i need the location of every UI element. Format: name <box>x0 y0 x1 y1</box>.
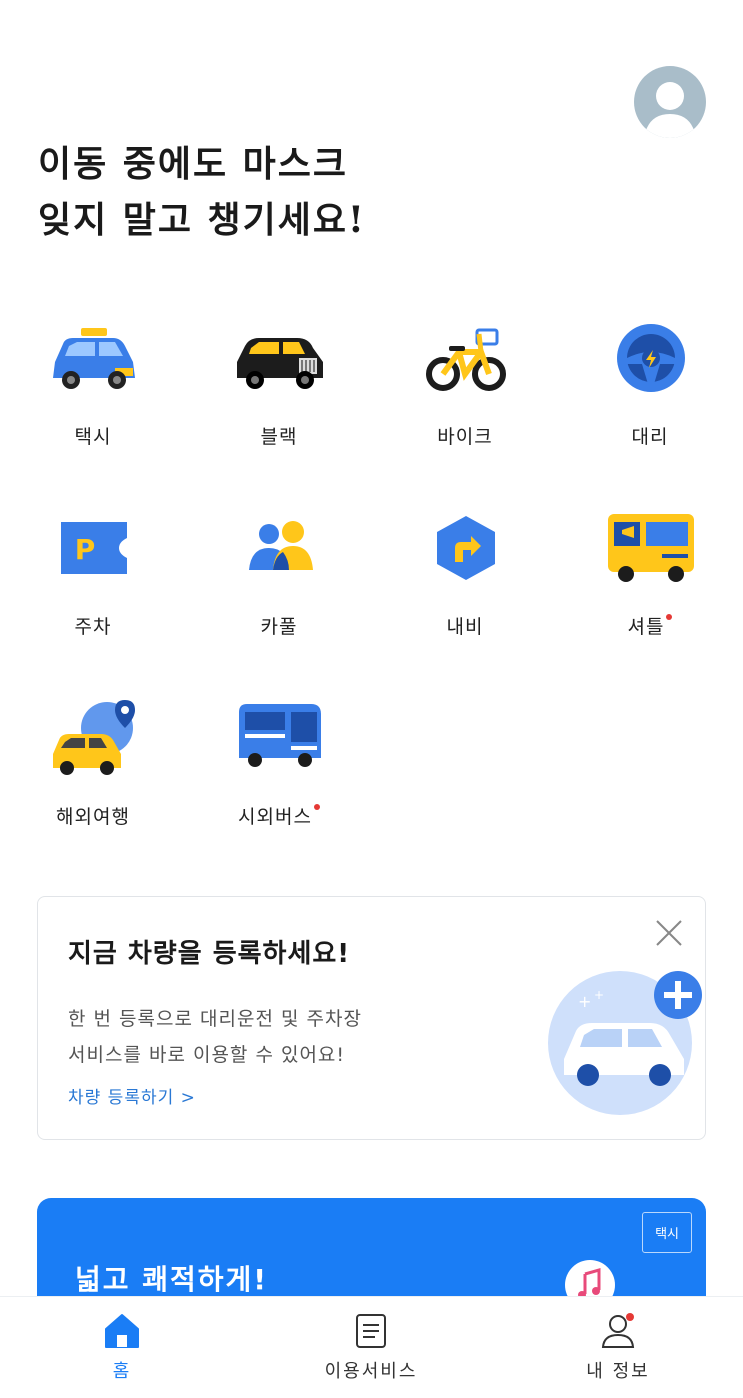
promo-title: 넓고 쾌적하게! <box>75 1263 269 1296</box>
service-driver[interactable]: 대리 <box>580 318 720 468</box>
service-label: 시외버스 <box>209 802 349 829</box>
register-card-desc-line-1: 한 번 등록으로 대리운전 및 주차장 <box>68 1008 362 1030</box>
tab-home[interactable]: 홈 <box>22 1297 222 1398</box>
register-card-description: 한 번 등록으로 대리운전 및 주차장 서비스를 바로 이용할 수 있어요! <box>68 1001 362 1073</box>
steering-wheel-icon <box>617 324 685 392</box>
car-add-illustration-icon: + + <box>548 971 702 1115</box>
home-icon <box>105 1314 139 1348</box>
headline-line-1: 이동 중에도 마스크 <box>38 143 349 185</box>
tab-services[interactable]: 이용서비스 <box>271 1297 471 1398</box>
service-label: 해외여행 <box>56 806 130 828</box>
service-shuttle[interactable]: 셔틀 <box>580 508 720 658</box>
service-black[interactable]: 블랙 <box>209 318 349 468</box>
service-taxi[interactable]: 택시 <box>23 318 163 468</box>
service-label: 대리 <box>631 426 669 448</box>
service-label: 셔틀 <box>580 612 720 639</box>
navigation-icon <box>437 516 495 580</box>
register-card-desc-line-2: 서비스를 바로 이용할 수 있어요! <box>68 1044 346 1066</box>
service-carpool[interactable]: 카풀 <box>209 508 349 658</box>
person-icon <box>601 1313 635 1348</box>
tab-home-label: 홈 <box>112 1361 132 1382</box>
service-parking[interactable]: P 주차 <box>23 508 163 658</box>
promo-tag: 택시 <box>642 1212 692 1253</box>
headline-line-2: 잊지 말고 챙기세요! <box>38 199 366 241</box>
tab-services-label: 이용서비스 <box>324 1361 418 1382</box>
carpool-people-icon <box>249 521 313 570</box>
service-overseas-travel[interactable]: 해외여행 <box>23 698 163 848</box>
profile-avatar[interactable] <box>634 66 706 138</box>
service-label: 바이크 <box>437 426 493 448</box>
service-intercity-bus[interactable]: 시외버스 <box>209 698 349 848</box>
document-list-icon <box>356 1314 386 1348</box>
register-vehicle-link[interactable]: 차량 등록하기 > <box>68 1083 196 1108</box>
register-card-title: 지금 차량을 등록하세요! <box>68 939 351 969</box>
headline: 이동 중에도 마스크 잊지 말고 챙기세요! <box>38 136 366 248</box>
service-label: 블랙 <box>260 426 298 448</box>
shuttle-bus-icon <box>608 514 694 582</box>
svg-text:P: P <box>75 533 96 566</box>
tab-my-info-label: 내 정보 <box>586 1361 650 1382</box>
service-label-text: 시외버스 <box>238 806 312 828</box>
service-label-text: 셔틀 <box>627 616 665 638</box>
person-silhouette-icon <box>644 82 696 138</box>
service-label: 택시 <box>74 426 112 448</box>
new-badge-dot <box>313 804 320 810</box>
overseas-taxi-icon <box>53 700 135 775</box>
svg-text:+: + <box>578 992 591 1011</box>
bottom-tab-bar: 홈 이용서비스 내 정보 <box>0 1296 743 1398</box>
service-label: 내비 <box>446 616 484 638</box>
new-badge-dot <box>666 614 673 620</box>
tab-my-info[interactable]: 내 정보 <box>518 1297 718 1398</box>
service-label: 주차 <box>74 616 112 638</box>
parking-ticket-icon: P <box>61 522 127 574</box>
taxi-icon <box>53 328 135 389</box>
service-label: 카풀 <box>260 616 298 638</box>
black-car-icon <box>237 338 323 389</box>
intercity-bus-icon <box>239 704 321 767</box>
close-icon[interactable] <box>651 915 687 951</box>
service-bike[interactable]: 바이크 <box>395 318 535 468</box>
bike-icon <box>426 328 506 391</box>
service-navi[interactable]: 내비 <box>395 508 535 658</box>
svg-text:+: + <box>594 988 604 1002</box>
register-vehicle-card: 지금 차량을 등록하세요! 한 번 등록으로 대리운전 및 주차장 서비스를 바… <box>37 896 706 1140</box>
